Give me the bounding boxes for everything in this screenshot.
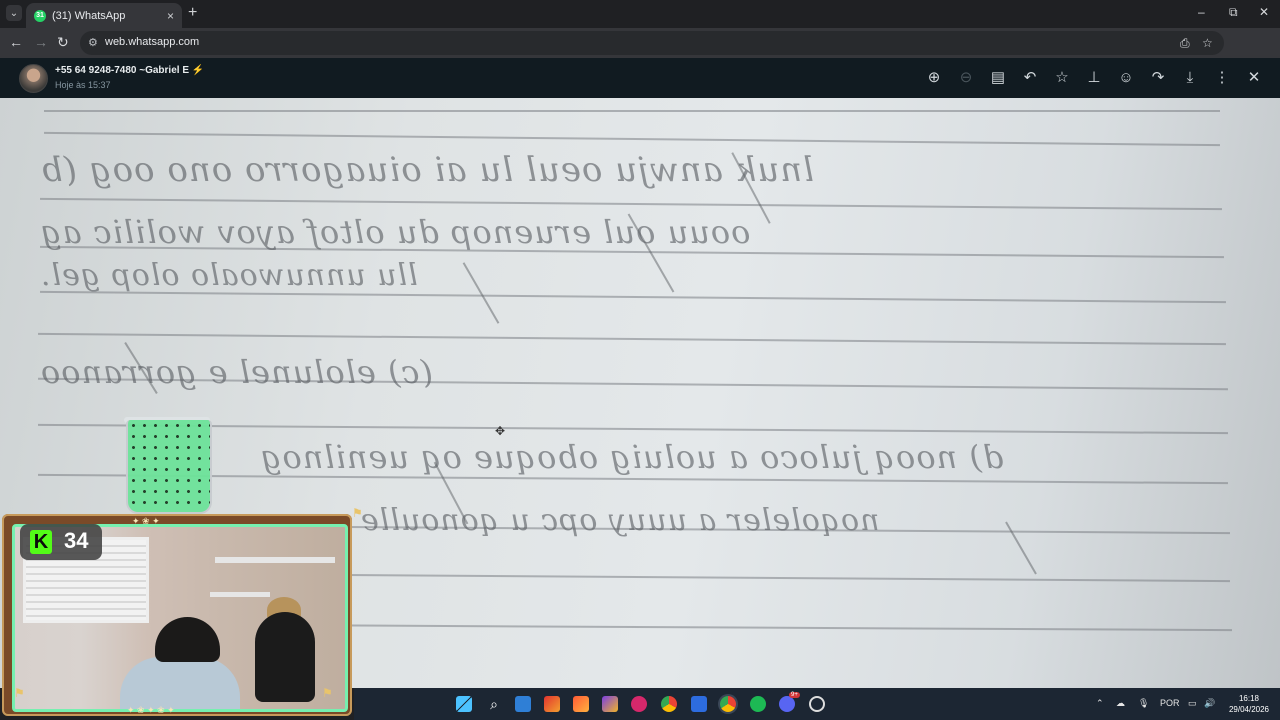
reply-icon[interactable]: ↶: [1020, 68, 1040, 88]
streamer-head: [155, 617, 220, 662]
handwriting-scribble: oouu oul eruenop du oltof ayov wolilic a…: [40, 213, 751, 251]
notebook-line: [44, 110, 1220, 112]
notebook-line: [38, 332, 1226, 346]
weather-icon[interactable]: ☁: [1116, 698, 1125, 709]
handwriting-scribble: noqoleler a uuuy opc u qonoulle: [360, 503, 880, 538]
handwriting-scribble: lnuk anwju oeul lu ai oiuagorro ono oog …: [40, 150, 815, 190]
star-icon[interactable]: ☆: [1052, 68, 1072, 88]
url-text: web.whatsapp.com: [105, 36, 200, 48]
handwriting-stroke: [1005, 521, 1037, 575]
app-icon[interactable]: [809, 696, 825, 712]
notebook-line: [44, 131, 1220, 147]
new-tab-button[interactable]: +: [188, 5, 197, 21]
app-icon[interactable]: [631, 696, 647, 712]
app-icon[interactable]: [691, 696, 707, 712]
restore-button[interactable]: ⧉: [1229, 5, 1238, 20]
app-icon[interactable]: [544, 696, 560, 712]
media-viewer-header: +55 64 9248-7480 ~Gabriel E ⚡ Hoje às 15…: [0, 58, 1280, 98]
address-bar[interactable]: ⚙ web.whatsapp.com ⎙ ☆: [80, 31, 1224, 55]
mail-app-icon[interactable]: [515, 696, 531, 712]
stream-jar-overlay: [126, 420, 212, 514]
app-icon[interactable]: [573, 696, 589, 712]
browser-toolbar: ← → ↻ ⚙ web.whatsapp.com ⎙ ☆ I ⋮: [0, 28, 1280, 78]
download-icon[interactable]: ⤓: [1180, 68, 1200, 88]
forward-icon[interactable]: ↷: [1148, 68, 1168, 88]
chair: [255, 612, 315, 702]
more-icon[interactable]: ⋮: [1212, 68, 1232, 88]
volume-icon[interactable]: 🔊: [1204, 698, 1215, 709]
chrome-active-icon[interactable]: [720, 696, 736, 712]
flag-icon: ⚑: [352, 506, 363, 520]
start-button-icon[interactable]: [456, 696, 472, 712]
streamer-body: [120, 657, 240, 709]
display-icon[interactable]: ▭: [1188, 698, 1197, 709]
flag-icon: ⚑: [322, 686, 333, 700]
reload-button[interactable]: ↻: [57, 34, 69, 51]
zoom-in-icon[interactable]: ⊕: [924, 68, 944, 88]
message-timestamp: Hoje às 15:37: [55, 80, 111, 90]
minimize-button[interactable]: –: [1198, 5, 1205, 19]
tab-whatsapp[interactable]: 31 (31) WhatsApp ×: [26, 3, 182, 28]
language-indicator[interactable]: POR: [1160, 698, 1180, 708]
emoji-icon[interactable]: ☺: [1116, 68, 1136, 88]
tab-close-icon[interactable]: ×: [167, 9, 174, 23]
wall-shelf: [215, 557, 335, 563]
move-cursor-icon: ✥: [495, 424, 506, 438]
back-button[interactable]: ←: [9, 34, 23, 50]
clock-time: 16:18: [1238, 694, 1260, 703]
handwriting-scribble: d) nooq juloco a uoluig oboque oq ueniln…: [260, 438, 1004, 476]
windows-taskbar: ⌕ 9+ ⌃ ☁ 🎙 POR ▭ 🔊: [354, 688, 1280, 720]
system-clock[interactable]: 16:18 29/04/2026: [1226, 693, 1272, 715]
forward-button[interactable]: →: [34, 34, 48, 50]
handwriting-stroke: [462, 262, 500, 324]
pin-icon[interactable]: ⊥: [1084, 68, 1104, 88]
notebook-line: [38, 423, 1228, 435]
whatsapp-favicon-icon: 31: [34, 9, 46, 22]
tray-overflow-icon[interactable]: ⌃: [1096, 698, 1104, 709]
handwriting-scribble: llu unnuwoalo olop gel.: [40, 258, 418, 293]
tab-search-button[interactable]: ⌄: [6, 5, 22, 21]
app-icon[interactable]: [602, 696, 618, 712]
tab-title: (31) WhatsApp: [52, 9, 126, 22]
kick-count: 34: [64, 528, 89, 553]
contact-avatar[interactable]: [19, 64, 48, 93]
contact-name: +55 64 9248-7480 ~Gabriel E ⚡: [55, 65, 205, 76]
close-icon[interactable]: ✕: [1244, 68, 1264, 88]
bookmark-star-icon[interactable]: ☆: [1202, 36, 1213, 50]
window-close-button[interactable]: ✕: [1259, 5, 1269, 19]
zoom-out-icon: ⊖: [959, 69, 973, 86]
flag-icon: ⚑: [14, 686, 25, 700]
chrome-icon[interactable]: [661, 696, 677, 712]
handwriting-scribble: (c) elolunel e gorranoo: [40, 353, 433, 391]
clock-date: 29/04/2026: [1228, 705, 1270, 714]
wall-shelf: [210, 592, 270, 597]
message-icon[interactable]: ▤: [988, 68, 1008, 88]
browser-tab-strip: ⌄ 31 (31) WhatsApp × + – ⧉ ✕: [0, 0, 1280, 28]
kick-follower-badge: K 34: [20, 524, 102, 560]
notebook-line: [40, 197, 1222, 211]
decor-icon: ✦ ❀ ✦ ❀ ✦: [127, 705, 175, 715]
kick-logo-icon: K: [30, 530, 52, 554]
notification-badge: 9+: [789, 692, 800, 698]
install-app-icon[interactable]: ⎙: [1180, 36, 1190, 51]
search-icon[interactable]: ⌕: [486, 696, 502, 712]
discord-icon[interactable]: [779, 696, 795, 712]
microphone-icon[interactable]: 🎙: [1138, 698, 1149, 709]
site-info-icon[interactable]: ⚙: [88, 36, 98, 49]
spotify-icon[interactable]: [750, 696, 766, 712]
